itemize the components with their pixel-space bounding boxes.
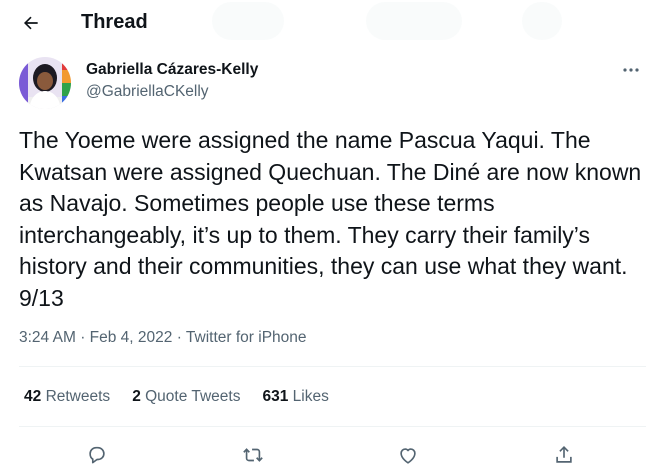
avatar-image [19, 57, 71, 109]
header-shadow [366, 2, 462, 40]
divider [19, 366, 646, 367]
back-button[interactable] [14, 6, 48, 40]
quote-tweets-label: Quote Tweets [145, 388, 241, 405]
page-title: Thread [81, 11, 148, 33]
share-button[interactable] [547, 438, 581, 472]
retweets-stat[interactable]: 42 Retweets [24, 388, 110, 406]
retweets-count: 42 [24, 388, 42, 405]
header-shadow [212, 2, 284, 40]
quote-tweets-stat[interactable]: 2 Quote Tweets [132, 388, 240, 406]
likes-label: Likes [292, 388, 329, 405]
arrow-left-icon [23, 16, 38, 30]
likes-stat[interactable]: 631 Likes [262, 388, 328, 406]
more-options-button[interactable] [617, 58, 645, 82]
likes-count: 631 [262, 388, 289, 405]
retweet-button[interactable] [236, 438, 270, 472]
engagement-stats: 42 Retweets 2 Quote Tweets 631 Likes [24, 388, 329, 406]
tweet-date[interactable]: Feb 4, 2022 [90, 329, 173, 346]
divider [19, 426, 646, 427]
like-icon [400, 448, 416, 464]
like-button[interactable] [391, 438, 425, 472]
reply-icon [89, 446, 105, 464]
meta-separator: · [80, 329, 90, 346]
tweet-meta: 3:24 AM · Feb 4, 2022 · Twitter for iPho… [19, 329, 307, 347]
avatar[interactable] [19, 57, 71, 109]
retweets-label: Retweets [45, 388, 111, 405]
reply-button[interactable] [80, 438, 114, 472]
quote-tweets-count: 2 [132, 388, 141, 405]
share-icon [556, 446, 572, 463]
retweet-icon [243, 448, 263, 462]
author-name[interactable]: Gabriella Cázares-Kelly [86, 61, 258, 79]
more-icon [623, 68, 639, 72]
tweet-time[interactable]: 3:24 AM [19, 329, 76, 346]
tweet-text: The Yoeme were assigned the name Pascua … [19, 127, 642, 311]
header-shadow [522, 2, 562, 40]
thread-header: Thread [0, 0, 665, 46]
meta-separator: · [176, 329, 186, 346]
tweet-source[interactable]: Twitter for iPhone [186, 329, 307, 346]
author-handle[interactable]: @GabriellaCKelly [86, 83, 209, 101]
